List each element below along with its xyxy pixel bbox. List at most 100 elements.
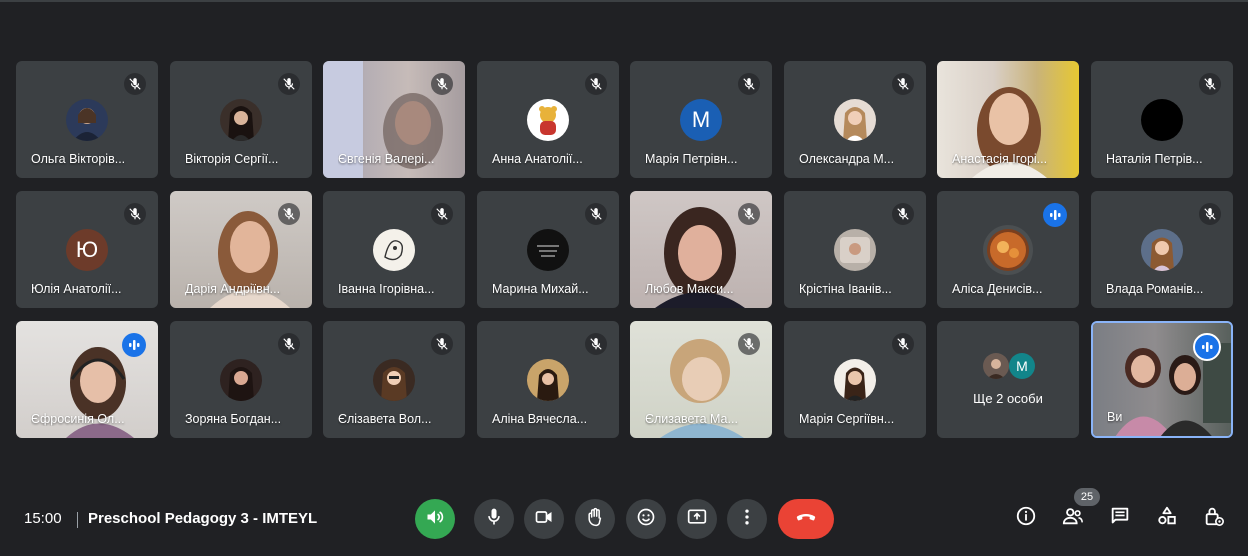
avatar-initial: M [680,99,722,141]
participant-grid: Ольга Вікторів... Вікторія Сергії... Євг… [16,61,1233,439]
meeting-title: Preschool Pedagogy 3 - IMTEYL [88,510,318,527]
self-view-tile[interactable]: Ви [1091,321,1233,438]
participant-name: Зоряна Богдан... [185,412,282,426]
participant-tile[interactable]: Ю Юлія Анатолії... [16,191,158,308]
participant-tile[interactable]: Єлізавета Вол... [323,321,465,438]
microphone-button[interactable] [474,499,514,539]
chat-button[interactable] [1106,504,1134,532]
participant-tile[interactable]: Єлизавета Ма... [630,321,772,438]
window-top-border [0,0,1248,2]
mic-icon [484,507,504,532]
participant-name: Юлія Анатолії... [31,282,122,296]
audio-level-icon [1193,333,1221,361]
avatar [220,99,262,141]
people-icon [1062,505,1084,532]
mic-off-icon [1199,73,1221,95]
mic-off-icon [431,333,453,355]
participant-name: Єлизавета Ма... [645,412,738,426]
participant-tile[interactable]: Марія Сергіївн... [784,321,926,438]
participant-name: Марія Сергіївн... [799,412,895,426]
participant-name: Влада Романів... [1106,282,1204,296]
participant-name: Аліна Вячесла... [492,412,588,426]
mic-off-icon [892,73,914,95]
bottom-bar: 15:00 Preschool Pedagogy 3 - IMTEYL 25 [0,488,1248,548]
end-call-button[interactable] [778,499,834,539]
host-controls-button[interactable] [1200,504,1228,532]
participant-tile[interactable]: Наталія Петрів... [1091,61,1233,178]
avatar [527,359,569,401]
mic-off-icon [738,333,760,355]
divider [77,512,78,528]
participant-tile[interactable]: Ольга Вікторів... [16,61,158,178]
participant-tile[interactable]: M Марія Петрівн... [630,61,772,178]
camera-icon [534,507,554,532]
avatar [983,353,1009,379]
present-icon [687,507,707,532]
participants-button[interactable] [1059,504,1087,532]
avatar [834,99,876,141]
participant-name: Аліса Денисів... [952,282,1043,296]
mic-off-icon [738,203,760,225]
mic-off-icon [585,73,607,95]
mic-off-icon [431,203,453,225]
participant-tile[interactable]: Євгенія Валері... [323,61,465,178]
audio-button[interactable] [415,499,455,539]
participant-tile[interactable]: Влада Романів... [1091,191,1233,308]
more-participants-tile[interactable]: M Ще 2 особи [937,321,1079,438]
participant-name: Марія Петрівн... [645,152,738,166]
participant-tile[interactable]: Аліса Денисів... [937,191,1079,308]
emoji-icon [636,507,656,532]
participant-tile[interactable]: Іванна Ігорівна... [323,191,465,308]
mic-off-icon [892,333,914,355]
mic-off-icon [278,73,300,95]
participant-tile[interactable]: Єфросинія Ол... [16,321,158,438]
participant-tile[interactable]: Анна Анатолії... [477,61,619,178]
host-controls-icon [1203,505,1225,532]
participant-name: Анастасія Ігорі... [952,152,1048,166]
audio-level-icon [1043,203,1067,227]
raise-hand-icon [585,507,605,532]
avatar [987,229,1029,271]
participant-tile[interactable]: Марина Михай... [477,191,619,308]
participant-tile[interactable]: Анастасія Ігорі... [937,61,1079,178]
participant-name: Єфросинія Ол... [31,412,125,426]
camera-button[interactable] [524,499,564,539]
participant-tile[interactable]: Зоряна Богдан... [170,321,312,438]
participant-name: Наталія Петрів... [1106,152,1203,166]
raise-hand-button[interactable] [575,499,615,539]
avatar [1141,229,1183,271]
participant-name: Іванна Ігорівна... [338,282,435,296]
self-name: Ви [1107,410,1123,424]
participant-name: Ольга Вікторів... [31,152,126,166]
participant-name: Євгенія Валері... [338,152,435,166]
participant-name: Вікторія Сергії... [185,152,279,166]
participant-name: Єлізавета Вол... [338,412,432,426]
reactions-button[interactable] [626,499,666,539]
participant-tile[interactable]: Дарія Андріївн... [170,191,312,308]
chat-icon [1109,505,1131,532]
volume-icon [425,507,445,532]
mic-off-icon [738,73,760,95]
participant-name: Анна Анатолії... [492,152,583,166]
audio-level-icon [122,333,146,357]
participant-name: Марина Михай... [492,282,589,296]
participant-tile[interactable]: Олександра М... [784,61,926,178]
more-options-button[interactable] [727,499,767,539]
participant-tile[interactable]: Крістіна Іванів... [784,191,926,308]
avatar [527,229,569,271]
avatar-initial: M [1009,353,1035,379]
participant-tile[interactable]: Любов Макси... [630,191,772,308]
mic-off-icon [892,203,914,225]
avatar [1141,99,1183,141]
activities-button[interactable] [1153,504,1181,532]
avatar [373,229,415,271]
avatar [834,229,876,271]
participant-tile[interactable]: Аліна Вячесла... [477,321,619,438]
mic-off-icon [585,333,607,355]
present-button[interactable] [677,499,717,539]
mic-off-icon [278,333,300,355]
info-icon [1015,505,1037,532]
participant-tile[interactable]: Вікторія Сергії... [170,61,312,178]
meeting-details-button[interactable] [1012,504,1040,532]
mic-off-icon [124,73,146,95]
